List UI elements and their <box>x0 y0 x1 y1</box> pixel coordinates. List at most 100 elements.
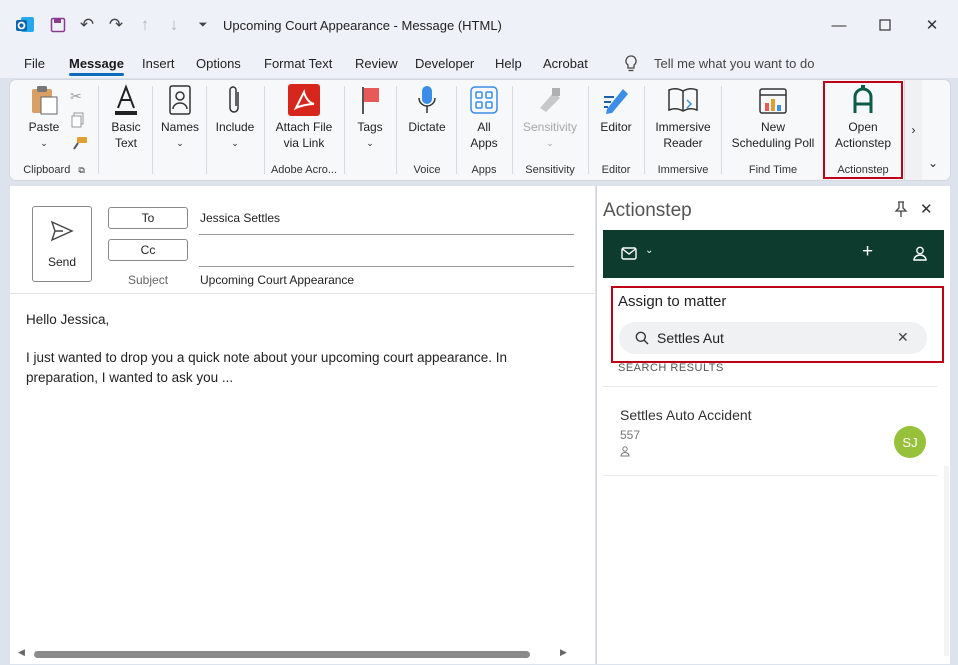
names-button[interactable]: Names ⌄ <box>158 84 202 151</box>
clipboard-group: Paste ⌄ ✂ Clipboard ⧉ <box>10 80 98 180</box>
mail-icon[interactable] <box>621 247 637 263</box>
editor-group-label: Editor <box>601 164 631 176</box>
address-book-icon <box>164 84 196 116</box>
divider <box>396 86 397 174</box>
body-paragraph: I just wanted to drop you a quick note a… <box>26 350 508 385</box>
tab-format-text[interactable]: Format Text <box>264 56 332 71</box>
immersive-reader-button[interactable]: Immersive Reader <box>650 84 716 151</box>
actionstep-toolbar: ⌄ + <box>603 230 944 278</box>
divider <box>264 86 265 174</box>
ribbon-expand-icon[interactable]: ⌄ <box>928 156 938 170</box>
copy-icon[interactable] <box>70 112 86 131</box>
paperclip-icon <box>219 84 251 116</box>
scroll-right-icon[interactable]: ▶ <box>560 647 567 658</box>
scheduling-poll-icon <box>757 84 789 116</box>
editor-group: Editor Editor <box>590 80 642 180</box>
apps-group: All Apps Apps <box>458 80 510 180</box>
paste-button[interactable]: Paste ⌄ <box>24 84 64 151</box>
apps-group-label: Apps <box>471 164 497 176</box>
editor-pen-icon <box>600 84 632 116</box>
maximize-button[interactable] <box>870 12 900 38</box>
scroll-left-icon[interactable]: ◀ <box>18 647 25 658</box>
ribbon-tabs: File Message Insert Options Format Text … <box>0 50 958 78</box>
add-icon[interactable]: + <box>862 241 873 263</box>
actionstep-pane: Actionstep ✕ ⌄ + Assign to matter Settle… <box>596 186 950 664</box>
tell-me-search[interactable]: Tell me what you want to do <box>654 56 814 71</box>
customize-qat-icon[interactable]: ⏷ <box>192 14 214 36</box>
tab-insert[interactable]: Insert <box>142 56 175 71</box>
title-bar: ↶ ↷ ↑ ↓ ⏷ Upcoming Court Appearance - Me… <box>0 0 958 50</box>
divider <box>10 293 595 294</box>
assign-highlight <box>611 286 944 363</box>
attach-file-via-link-button[interactable]: Attach File via Link <box>270 84 338 151</box>
new-scheduling-poll-button[interactable]: New Scheduling Poll <box>727 84 819 151</box>
list-item[interactable]: Settles Auto Accident 557 <box>603 386 937 476</box>
pane-scrollbar[interactable] <box>944 466 949 656</box>
sensitivity-group-label: Sensitivity <box>525 164 575 176</box>
divider <box>644 86 645 174</box>
lightbulb-icon <box>624 55 638 76</box>
send-icon <box>50 220 74 245</box>
search-results-heading: SEARCH RESULTS <box>618 362 724 374</box>
cc-button[interactable]: Cc <box>108 239 188 261</box>
divider <box>98 86 99 174</box>
close-pane-icon[interactable]: ✕ <box>920 200 933 218</box>
immersive-group-label: Immersive <box>657 164 709 176</box>
basic-text-button[interactable]: Basic Text <box>106 84 146 151</box>
pane-title: Actionstep <box>603 200 692 221</box>
minimize-button[interactable]: — <box>824 12 854 38</box>
adobe-pdf-icon <box>288 84 320 116</box>
send-button[interactable]: Send <box>32 206 92 282</box>
tags-button[interactable]: Tags ⌄ <box>350 84 390 151</box>
divider <box>344 86 345 174</box>
up-arrow-icon[interactable]: ↑ <box>134 14 156 36</box>
message-body[interactable]: Hello Jessica, I just wanted to drop you… <box>26 310 556 388</box>
to-field[interactable]: Jessica Settles <box>200 211 280 225</box>
tab-options[interactable]: Options <box>196 56 241 71</box>
tab-message[interactable]: Message <box>69 56 124 76</box>
to-button[interactable]: To <box>108 207 188 229</box>
subject-field[interactable]: Upcoming Court Appearance <box>200 273 354 287</box>
tab-review[interactable]: Review <box>355 56 398 71</box>
cc-field[interactable] <box>200 243 570 261</box>
user-icon[interactable] <box>913 246 927 264</box>
basic-text-icon <box>110 84 142 116</box>
ribbon-scroll-right-icon[interactable]: › <box>904 80 922 180</box>
save-icon[interactable] <box>47 14 69 36</box>
dictate-button[interactable]: Dictate <box>404 84 450 135</box>
scrollbar-thumb[interactable] <box>34 651 530 658</box>
format-painter-icon[interactable] <box>70 136 88 155</box>
all-apps-button[interactable]: All Apps <box>464 84 504 151</box>
adobe-group: Attach File via Link Adobe Acro... <box>266 80 342 180</box>
tab-help[interactable]: Help <box>495 56 522 71</box>
actionstep-highlight <box>823 81 903 179</box>
avatar: SJ <box>894 426 926 458</box>
tab-file[interactable]: File <box>24 56 45 71</box>
divider <box>152 86 153 174</box>
compose-area: Send To Jessica Settles Cc Subject Upcom… <box>10 186 595 664</box>
microphone-icon <box>411 84 443 116</box>
outlook-logo-icon <box>14 14 36 36</box>
cut-icon[interactable]: ✂ <box>70 88 82 105</box>
matter-number: 557 <box>620 428 641 442</box>
window-title: Upcoming Court Appearance - Message (HTM… <box>223 18 502 33</box>
find-time-group: New Scheduling Poll Find Time <box>723 80 823 180</box>
close-window-button[interactable]: ✕ <box>917 12 947 38</box>
divider <box>588 86 589 174</box>
horizontal-scrollbar[interactable]: ◀ ▶ <box>10 646 574 662</box>
include-button[interactable]: Include ⌄ <box>212 84 258 151</box>
voice-group-label: Voice <box>413 164 441 176</box>
chevron-down-icon[interactable]: ⌄ <box>645 245 653 256</box>
editor-button[interactable]: Editor <box>596 84 636 135</box>
pin-icon[interactable] <box>894 200 908 221</box>
divider <box>456 86 457 174</box>
tab-acrobat[interactable]: Acrobat <box>543 56 588 71</box>
down-arrow-icon[interactable]: ↓ <box>163 14 185 36</box>
redo-icon[interactable]: ↷ <box>105 14 127 36</box>
body-greeting: Hello Jessica, <box>26 312 110 327</box>
tab-developer[interactable]: Developer <box>415 56 474 71</box>
person-icon <box>620 446 630 460</box>
undo-icon[interactable]: ↶ <box>76 14 98 36</box>
sensitivity-button[interactable]: Sensitivity ⌄ <box>518 84 582 151</box>
divider <box>512 86 513 174</box>
